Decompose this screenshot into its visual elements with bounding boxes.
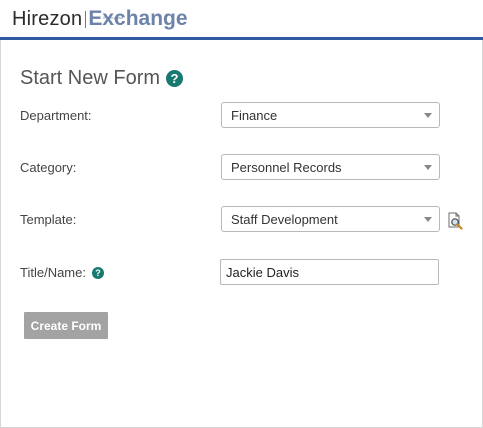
title-name-label-text: Title/Name: [20,265,86,280]
department-label-text: Department: [20,108,92,123]
document-magnifier-icon[interactable] [446,212,464,230]
title-name-label: Title/Name: ? [20,265,104,280]
logo-main-text: Hirezon [12,8,83,30]
logo-tagline: Enterprise [103,15,124,20]
department-label: Department: [20,108,92,123]
page-title-text: Start New Form [20,67,161,89]
title-name-input[interactable] [220,259,439,285]
category-select[interactable]: Personnel Records [221,154,440,180]
help-icon[interactable]: ? [166,70,184,87]
chevron-down-icon [424,217,432,222]
department-select-value: Finance [231,107,278,123]
template-select-value: Staff Development [231,211,338,227]
template-label-text: Template: [20,212,77,227]
page-title: Start New Form ? [20,67,184,90]
category-label: Category: [20,160,76,175]
template-select[interactable]: Staff Development [221,206,440,232]
template-label: Template: [20,212,76,227]
create-form-button[interactable]: Create Form [24,312,108,339]
logo-sub-text: Enterprise Exchange [88,8,187,30]
chevron-down-icon [424,113,432,118]
chevron-down-icon [424,165,432,170]
department-select[interactable]: Finance [221,102,440,128]
logo-separator [85,11,87,28]
category-label-text: Category: [20,160,77,175]
brand-logo: Hirezon Enterprise Exchange [12,8,188,31]
header-accent-bar [0,37,483,40]
help-icon[interactable]: ? [91,266,104,279]
app-header: Hirezon Enterprise Exchange [0,0,483,37]
category-select-value: Personnel Records [231,159,342,175]
